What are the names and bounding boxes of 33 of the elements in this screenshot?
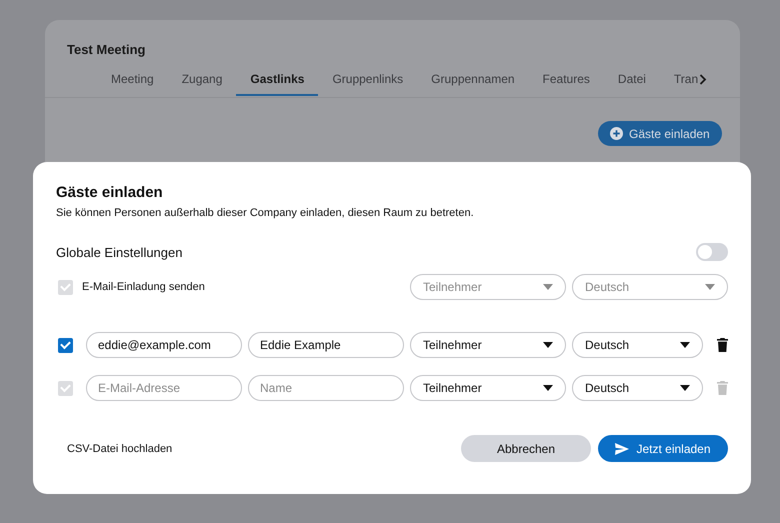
tab[interactable]: Datei	[604, 64, 660, 96]
dropdown[interactable]: Deutsch	[572, 332, 703, 358]
chevron-right-icon[interactable]	[699, 74, 707, 85]
tab[interactable]: Gruppenlinks	[318, 64, 418, 96]
caret-icon	[680, 342, 690, 348]
dialog-description: Sie können Personen außerhalb dieser Company einladen, diesen Raum zu betreten.	[56, 207, 475, 219]
meeting-title: Test Meeting	[67, 42, 146, 57]
caret-icon	[543, 284, 553, 290]
checkbox[interactable]	[58, 338, 73, 352]
tab[interactable]: Gruppennamen	[417, 64, 529, 96]
tab[interactable]: Features	[528, 64, 604, 96]
invite-guests-button[interactable]: Gäste einladen	[598, 121, 722, 146]
invite-now-button[interactable]: Jetzt einladen	[598, 435, 728, 462]
caret-icon	[543, 342, 553, 348]
caret-icon	[705, 284, 715, 290]
tab[interactable]: Meeting	[97, 64, 168, 96]
toggle-switch[interactable]	[696, 243, 728, 261]
tab[interactable]: Zugang	[168, 64, 236, 96]
name-field[interactable]: Eddie Example	[248, 332, 404, 358]
caret-icon	[543, 385, 553, 391]
plus-icon	[610, 127, 623, 140]
trash-icon[interactable]	[717, 338, 728, 352]
caret-icon	[680, 385, 690, 391]
dialog-title: Gäste einladen	[56, 184, 164, 201]
csv-upload-link[interactable]: CSV-Datei hochladen	[67, 442, 461, 454]
cancel-button[interactable]: Abbrechen	[461, 435, 591, 462]
tab[interactable]: Tran	[660, 64, 698, 96]
dropdown[interactable]: Teilnehmer	[410, 332, 566, 358]
section-label: Globale Einstellungen	[56, 244, 182, 260]
send-icon	[615, 442, 630, 454]
checkbox-label: E-Mail-Einladung senden	[82, 281, 206, 293]
email-field[interactable]: eddie@example.com	[86, 332, 242, 358]
tab[interactable]: Gastlinks	[236, 64, 318, 96]
